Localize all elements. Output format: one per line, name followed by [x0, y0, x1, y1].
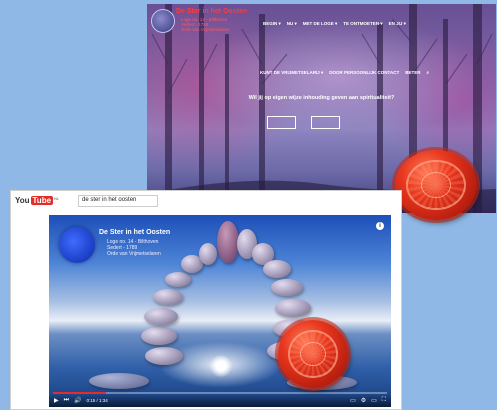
- nav-item-met-de-loge[interactable]: MET DE LOGE ▾: [303, 21, 338, 27]
- hero-cta-left-button[interactable]: [267, 116, 296, 129]
- stone: [271, 279, 303, 296]
- youtube-region: NL: [54, 196, 60, 201]
- lodge-logo-icon: [59, 227, 95, 263]
- stone: [153, 289, 183, 305]
- fullscreen-icon[interactable]: ⛶: [382, 397, 386, 404]
- site-nav-bottom: KUNT DE VRIJMETSELARIJ ▾ DOOR PERSOONLIJ…: [260, 70, 429, 76]
- stone: [145, 347, 183, 365]
- nav-item-beter[interactable]: BETER: [405, 70, 420, 76]
- hero-question: Wil jij op eigen wijze inhouding geven a…: [248, 95, 395, 101]
- wax-seal-icon: [395, 150, 477, 220]
- stone: [217, 221, 239, 263]
- nav-item-persoonlijk-contact[interactable]: DOOR PERSOONLIJK CONTACT: [329, 70, 399, 76]
- subtitles-icon[interactable]: ▭: [350, 397, 356, 404]
- stone: [199, 243, 217, 265]
- video-overlay-sub-3: Orde van Vrijmetselaren: [107, 251, 161, 257]
- search-icon[interactable]: ⌕: [426, 70, 429, 76]
- sun-glow: [210, 355, 232, 377]
- theater-icon[interactable]: ▭: [371, 397, 377, 404]
- nav-item-nu[interactable]: NU ▾: [287, 21, 297, 27]
- wax-seal-icon: [278, 320, 348, 388]
- stone: [263, 260, 291, 278]
- next-icon[interactable]: ⏭: [64, 397, 69, 404]
- stone: [165, 272, 191, 287]
- lodge-logo-icon[interactable]: [151, 9, 175, 33]
- stone: [275, 299, 311, 317]
- nav-item-begin[interactable]: BEGIN ▾: [263, 21, 281, 27]
- stone: [141, 327, 177, 345]
- video-player[interactable]: De Ster in het Oosten Loge no. 14 - Bilt…: [49, 215, 391, 407]
- video-overlay-title: De Ster in het Oosten: [99, 229, 171, 236]
- youtube-window: You Tube NL de ster in het oosten De Ste…: [10, 190, 402, 410]
- hero-cta-right-button[interactable]: [311, 116, 340, 129]
- volume-icon[interactable]: 🔊: [74, 397, 81, 404]
- player-controls-right: ▭ ⚙ ▭ ⛶: [350, 397, 386, 404]
- stone: [144, 308, 178, 325]
- site-nav-top: BEGIN ▾ NU ▾ MET DE LOGE ▾ TE ONTMOETEN …: [263, 21, 406, 27]
- info-icon[interactable]: i: [376, 222, 384, 230]
- settings-icon[interactable]: ⚙: [361, 397, 366, 404]
- stone: [89, 373, 149, 389]
- site-title[interactable]: De Ster in het Oosten: [176, 8, 247, 15]
- youtube-logo[interactable]: You Tube NL: [15, 196, 59, 205]
- nav-item-te-ontmoeten[interactable]: TE ONTMOETEN ▾: [343, 21, 382, 27]
- youtube-logo-tube: Tube: [30, 196, 54, 205]
- search-input[interactable]: de ster in het oosten: [78, 195, 158, 207]
- site-subtitle-3: Orde van Vrijmetselaren: [181, 27, 230, 32]
- nav-item-en-jij[interactable]: EN JIJ ▾: [389, 21, 406, 27]
- play-icon[interactable]: ▶: [54, 397, 59, 404]
- nav-item-vrijmetselarij[interactable]: KUNT DE VRIJMETSELARIJ ▾: [260, 70, 323, 76]
- time-display: 0:15 / 1:34: [86, 398, 108, 403]
- player-controls: ▶ ⏭ 🔊 0:15 / 1:34 ▭ ⚙ ▭ ⛶: [49, 394, 391, 407]
- youtube-logo-you: You: [15, 196, 30, 205]
